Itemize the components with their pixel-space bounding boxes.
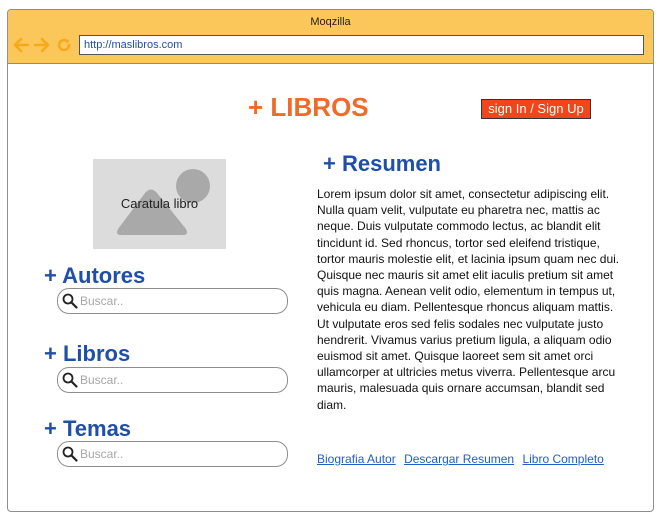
browser-window: Moqzilla http://maslibros.com + LIBROS s… [7,9,654,512]
page-content: + LIBROS sign In / Sign Up Caratula libr… [8,64,653,511]
cover-label: Caratula libro [120,196,199,211]
libros-search[interactable] [57,367,288,393]
resumen-heading[interactable]: + Resumen [323,151,441,177]
arrow-left-icon[interactable] [13,37,30,53]
book-cover-placeholder[interactable]: Caratula libro [93,159,226,249]
arrow-right-icon[interactable] [33,37,50,53]
autores-heading[interactable]: + Autores [44,263,145,289]
search-icon [62,446,78,462]
descargar-resumen-link[interactable]: Descargar Resumen [404,452,514,466]
search-icon [62,293,78,309]
site-title: + LIBROS [248,92,369,122]
autores-search-input[interactable] [80,292,280,310]
libros-search-input[interactable] [80,371,280,389]
reload-icon[interactable] [56,37,72,53]
autores-search[interactable] [57,288,288,314]
signin-button[interactable]: sign In / Sign Up [481,99,591,119]
libros-heading[interactable]: + Libros [44,341,130,367]
libro-completo-link[interactable]: Libro Completo [522,452,603,466]
browser-toolbar: Moqzilla http://maslibros.com [8,10,653,64]
window-title: Moqzilla [310,16,351,28]
temas-search[interactable] [57,441,288,467]
biografia-autor-link[interactable]: Biografia Autor [317,452,396,466]
summary-text: Lorem ipsum dolor sit amet, consectetur … [317,187,620,412]
temas-heading[interactable]: + Temas [44,416,131,442]
url-input[interactable]: http://maslibros.com [79,35,644,55]
search-icon [62,372,78,388]
summary-links: Biografia Autor Descargar Resumen Libro … [317,452,609,466]
temas-search-input[interactable] [80,445,280,463]
